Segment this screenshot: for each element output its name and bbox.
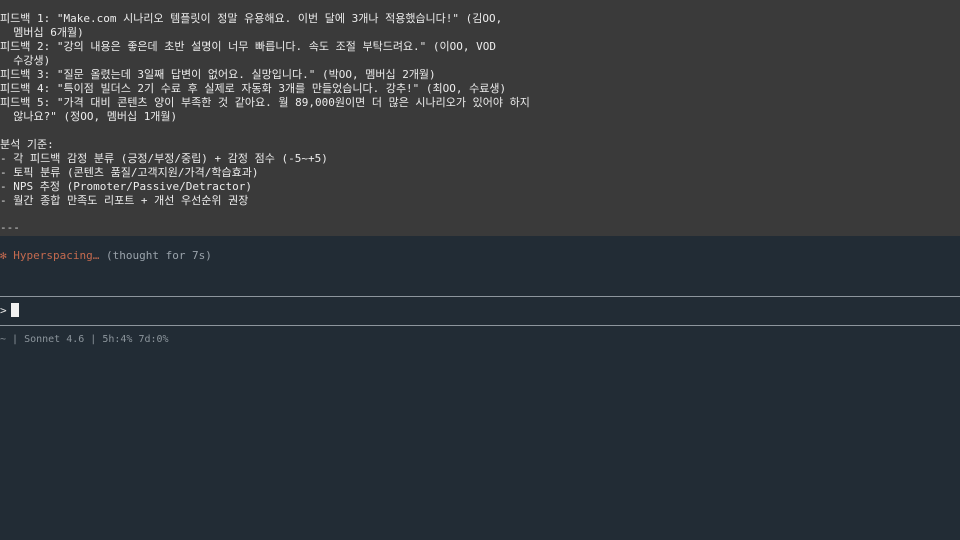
transcript-line: 않나요?" (정OO, 멤버십 1개월) <box>0 110 178 123</box>
transcript-line: 멤버십 6개월) <box>0 26 84 39</box>
transcript-line: 피드백 2: "강의 내용은 좋은데 초반 설명이 너무 빠릅니다. 속도 조절… <box>0 40 497 53</box>
transcript-line: - 월간 종합 만족도 리포트 + 개선 우선순위 권장 <box>0 194 249 207</box>
transcript-line: 피드백 3: "질문 올렸는데 3일째 답변이 없어요. 실망입니다." (박O… <box>0 68 436 81</box>
transcript-line: 피드백 5: "가격 대비 콘텐츠 양이 부족한 것 같아요. 월 89,000… <box>0 96 530 109</box>
transcript-line: 수강생) <box>0 54 51 67</box>
thought-duration: (thought for 7s) <box>105 249 212 262</box>
transcript-line: - NPS 추정 (Promoter/Passive/Detractor) <box>0 180 253 193</box>
transcript-line: 피드백 1: "Make.com 시나리오 템플릿이 정말 유용해요. 이번 달… <box>0 12 503 25</box>
spinner-icon: ✻ <box>0 249 7 262</box>
transcript-line: - 토픽 분류 (콘텐츠 품질/고객지원/가격/학습효과) <box>0 166 259 179</box>
status-indicator: ✻ Hyperspacing… (thought for 7s) <box>0 249 212 263</box>
transcript-panel: 피드백 1: "Make.com 시나리오 템플릿이 정말 유용해요. 이번 달… <box>0 0 960 236</box>
transcript-line: - 각 피드백 감정 분류 (긍정/부정/중립) + 감정 점수 (-5~+5) <box>0 152 328 165</box>
text-cursor <box>10 303 19 317</box>
prompt-input[interactable]: > <box>0 303 19 319</box>
input-bottom-rule <box>0 325 960 326</box>
transcript-line: 피드백 4: "특이점 빌더스 2기 수료 후 실제로 자동화 3개를 만들었습… <box>0 82 507 95</box>
transcript-line: 분석 기준: <box>0 138 54 151</box>
prompt-chevron-icon: > <box>0 304 7 317</box>
input-top-rule <box>0 296 960 297</box>
status-footer: ~ | Sonnet 4.6 | 5h:4% 7d:0% <box>0 334 169 345</box>
transcript-divider: --- <box>0 221 20 234</box>
status-word: Hyperspacing… <box>13 249 100 262</box>
